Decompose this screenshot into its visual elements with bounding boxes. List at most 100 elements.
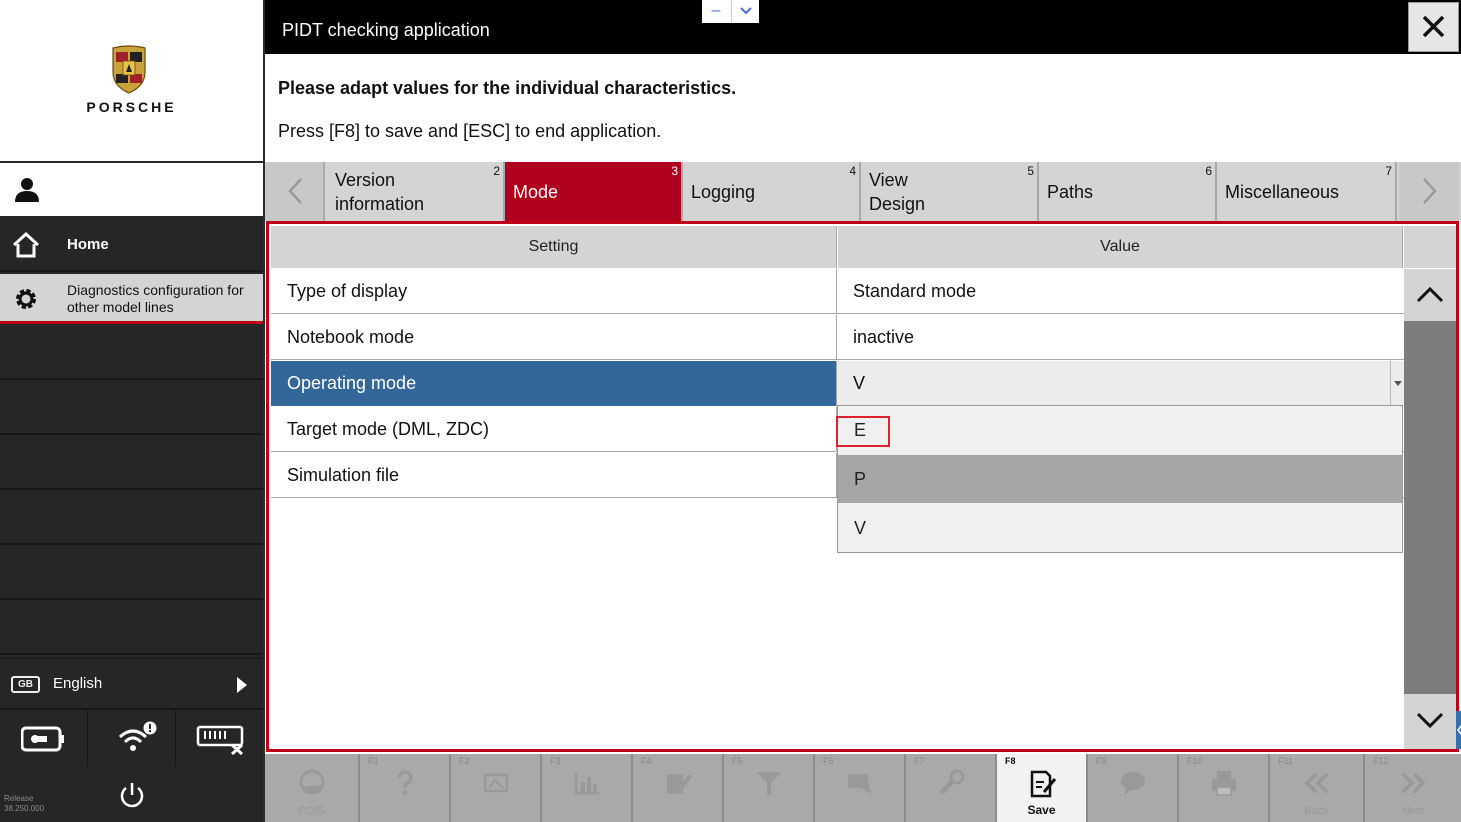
dropdown-option-p[interactable]: P — [838, 455, 1402, 503]
tab-version-information[interactable]: 2 Version information — [327, 162, 505, 221]
function-key: F10 — [1187, 756, 1203, 766]
sidebar-item-label: Diagnostics configuration for other mode… — [67, 282, 244, 315]
tools-icon — [938, 769, 964, 795]
sidebar-empty-row — [0, 437, 263, 490]
logo-area: PORSCHE — [0, 0, 263, 161]
side-panel-toggle[interactable] — [1456, 711, 1461, 749]
help-icon — [397, 770, 413, 795]
table-row-selected[interactable]: Operating mode V — [271, 361, 1404, 406]
chevron-down-icon — [740, 7, 752, 15]
scroll-up-button[interactable] — [1404, 269, 1456, 321]
user-icon — [15, 178, 39, 202]
table-row[interactable]: Type of display Standard mode — [271, 269, 1404, 314]
tab-view-design[interactable]: 5 View Design — [861, 162, 1039, 221]
value-cell[interactable]: Standard mode — [837, 269, 1404, 314]
table-row[interactable]: Notebook mode inactive — [271, 315, 1404, 360]
chat-help-icon — [1120, 772, 1145, 795]
tab-logging[interactable]: 4 Logging — [683, 162, 861, 221]
value-cell[interactable]: inactive — [837, 315, 1404, 360]
pois-button[interactable]: POIS — [265, 754, 360, 822]
wifi-status[interactable] — [88, 711, 176, 766]
f2-button[interactable]: F2 — [451, 754, 542, 822]
chevron-up-icon — [1416, 286, 1444, 303]
battery-icon — [21, 726, 64, 752]
setting-cell: Target mode (DML, ZDC) — [271, 407, 837, 452]
minimize-button[interactable]: – — [702, 0, 730, 23]
release-info: Release 38.250.000 — [4, 794, 44, 814]
scroll-down-button[interactable] — [1404, 694, 1456, 749]
tab-label-line2: information — [335, 194, 425, 214]
close-button[interactable] — [1408, 2, 1459, 52]
release-label: Release — [4, 794, 34, 803]
tab-mode[interactable]: 3 Mode — [505, 162, 683, 221]
sidebar-item-diagnostics-config[interactable]: Diagnostics configuration for other mode… — [0, 274, 263, 324]
dropdown-option-e[interactable]: E — [838, 406, 1402, 454]
chevron-left-icon — [288, 178, 302, 204]
window-title: PIDT checking application — [282, 20, 490, 40]
scrollbar[interactable] — [1404, 269, 1456, 749]
function-key: F5 — [732, 756, 743, 766]
setting-cell: Simulation file — [271, 453, 837, 498]
f1-help-button[interactable]: F1 — [360, 754, 451, 822]
tab-label-line2: Design — [869, 194, 926, 214]
tab-scroll-left-button[interactable] — [265, 162, 325, 221]
function-key: F1 — [368, 756, 379, 766]
main-panel: PIDT checking application – Please adapt… — [265, 0, 1461, 822]
battery-status[interactable] — [0, 711, 88, 766]
release-version: 38.250.000 — [4, 804, 45, 813]
tab-paths[interactable]: 6 Paths — [1039, 162, 1217, 221]
function-key: F8 — [1005, 756, 1016, 766]
language-label: English — [53, 675, 103, 692]
tab-label: View Design — [869, 168, 925, 216]
language-selector[interactable]: GB English — [0, 658, 263, 710]
dropdown-arrow-icon[interactable] — [1390, 361, 1404, 406]
sidebar-empty-row — [0, 602, 263, 655]
chevron-left-icon — [1457, 725, 1461, 735]
f4-button[interactable]: F4 — [633, 754, 724, 822]
image-icon — [483, 773, 508, 793]
tab-scroll-right-button[interactable] — [1399, 162, 1459, 221]
brand-wordmark: PORSCHE — [86, 99, 177, 115]
setting-cell: Notebook mode — [271, 315, 837, 360]
f12-next-button[interactable]: F12 Next — [1365, 754, 1461, 822]
power-icon[interactable] — [118, 781, 146, 809]
function-key: F9 — [1096, 756, 1107, 766]
function-key: F12 — [1373, 756, 1389, 766]
tab-number: 2 — [493, 164, 500, 178]
f5-filter-button[interactable]: F5 — [724, 754, 815, 822]
f11-back-button[interactable]: F11 Back — [1270, 754, 1365, 822]
message-icon — [847, 774, 871, 794]
tab-miscellaneous[interactable]: 7 Miscellaneous — [1217, 162, 1397, 221]
f6-button[interactable]: F6 — [815, 754, 906, 822]
f3-button[interactable]: F3 — [542, 754, 633, 822]
porsche-crest-logo — [112, 45, 146, 94]
operating-mode-select[interactable]: V — [837, 361, 1404, 406]
double-chevron-left-icon — [1304, 772, 1328, 794]
option-highlight-box — [836, 416, 890, 447]
vci-status[interactable] — [176, 711, 263, 766]
tab-number: 4 — [849, 164, 856, 178]
f10-print-button[interactable]: F10 — [1179, 754, 1270, 822]
sidebar-item-home[interactable]: Home — [0, 218, 263, 272]
user-button[interactable] — [0, 163, 263, 216]
filter-icon — [756, 772, 781, 795]
tab-label-line1: View — [869, 170, 908, 190]
tab-label: Miscellaneous — [1225, 182, 1340, 202]
chart-icon — [574, 772, 599, 795]
double-chevron-right-icon — [1401, 772, 1426, 794]
wifi-warning-icon — [118, 721, 157, 751]
settings-panel: Setting Value Type of display Standard m… — [266, 221, 1461, 752]
operating-mode-dropdown-list: E P V — [836, 405, 1403, 553]
expand-button[interactable] — [731, 0, 759, 23]
f9-button[interactable]: F9 — [1088, 754, 1179, 822]
tab-number: 5 — [1027, 164, 1034, 178]
f8-save-button[interactable]: F8 Save — [997, 754, 1088, 822]
f7-button[interactable]: F7 — [906, 754, 997, 822]
function-label: Back — [1304, 805, 1329, 817]
function-key: F7 — [914, 756, 925, 766]
dropdown-option-v[interactable]: V — [838, 504, 1402, 552]
home-icon — [12, 232, 40, 258]
tab-label-line1: Version — [335, 170, 396, 190]
chevron-right-icon — [1423, 178, 1437, 204]
tab-bar: 2 Version information 3 Mode 4 Logging 5 … — [265, 162, 1461, 221]
